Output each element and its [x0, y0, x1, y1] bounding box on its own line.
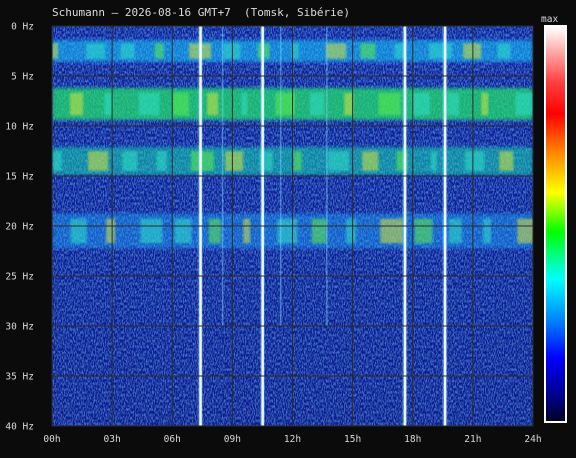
band-patch — [104, 92, 113, 116]
band-patch — [380, 218, 404, 244]
band-patch — [106, 218, 116, 244]
band-patch — [208, 218, 221, 244]
y-tick-label: 0 Hz — [11, 22, 34, 33]
band-patch — [154, 43, 164, 59]
band-patch — [70, 218, 87, 244]
band-patch — [378, 92, 401, 116]
x-tick-label: 24h — [524, 434, 541, 445]
band-patch — [86, 43, 106, 59]
x-tick-label: 06h — [164, 434, 181, 445]
band-patch — [120, 43, 135, 59]
y-tick-label: 25 Hz — [5, 272, 34, 283]
x-axis: 00h 03h 06h 09h 12h 15h 18h 21h 24h — [43, 434, 541, 445]
band-patch — [463, 43, 482, 59]
x-tick-label: 03h — [104, 434, 121, 445]
colorbar-label: max — [541, 14, 558, 25]
spectrogram-chart: 0 Hz 5 Hz 10 Hz 15 Hz 20 Hz 25 Hz 30 Hz 35 Hz 40… — [5, 14, 567, 445]
colorbar: max — [541, 14, 567, 423]
band-patch — [344, 92, 354, 116]
band-patch — [346, 218, 357, 244]
y-tick-label: 30 Hz — [5, 322, 34, 333]
band-patch — [138, 92, 160, 116]
y-tick-label: 15 Hz — [5, 172, 34, 183]
band-patch — [156, 151, 167, 171]
band-patch — [207, 92, 219, 116]
band-patch — [448, 218, 462, 244]
band-patch — [88, 151, 109, 171]
band-patch — [174, 218, 192, 244]
y-tick-label: 10 Hz — [5, 122, 34, 133]
band-patch — [122, 151, 138, 171]
band-patch — [223, 43, 241, 59]
x-tick-label: 18h — [404, 434, 421, 445]
band-patch — [52, 43, 58, 59]
x-tick-label: 09h — [224, 434, 241, 445]
band-patch — [430, 151, 437, 171]
band-patch — [497, 43, 511, 59]
band-patch — [190, 151, 214, 171]
colorbar-gradient — [546, 27, 565, 421]
band-patch — [414, 218, 433, 244]
band-patch — [499, 151, 514, 171]
band-patch — [140, 218, 163, 244]
band-patch — [309, 92, 324, 116]
band-patch — [172, 92, 189, 116]
band-patch — [447, 92, 460, 116]
band-patch — [326, 43, 347, 59]
band-patch — [412, 92, 430, 116]
band-patch — [225, 151, 244, 171]
band-patch — [311, 218, 327, 244]
band-patch — [483, 218, 492, 244]
y-tick-label: 5 Hz — [11, 72, 34, 83]
band-patch — [362, 151, 379, 171]
band-patch — [481, 92, 489, 116]
band-patch — [52, 151, 62, 171]
band-patch — [70, 92, 84, 116]
band-patch — [360, 43, 376, 59]
band-patch — [428, 43, 452, 59]
band-patch — [241, 92, 248, 116]
band-patch — [243, 218, 251, 244]
band-patch — [293, 151, 302, 171]
band-patch — [275, 92, 295, 116]
x-tick-label: 00h — [43, 434, 60, 445]
x-tick-label: 15h — [344, 434, 361, 445]
y-axis: 0 Hz 5 Hz 10 Hz 15 Hz 20 Hz 25 Hz 30 Hz 35 Hz 40… — [5, 22, 34, 433]
band-patch — [517, 218, 533, 244]
x-tick-label: 21h — [464, 434, 481, 445]
band-patch — [465, 151, 485, 171]
y-tick-label: 20 Hz — [5, 222, 34, 233]
band-patch — [327, 151, 349, 171]
x-tick-label: 12h — [284, 434, 301, 445]
y-tick-label: 35 Hz — [5, 372, 34, 383]
y-tick-label: 40 Hz — [5, 422, 34, 433]
